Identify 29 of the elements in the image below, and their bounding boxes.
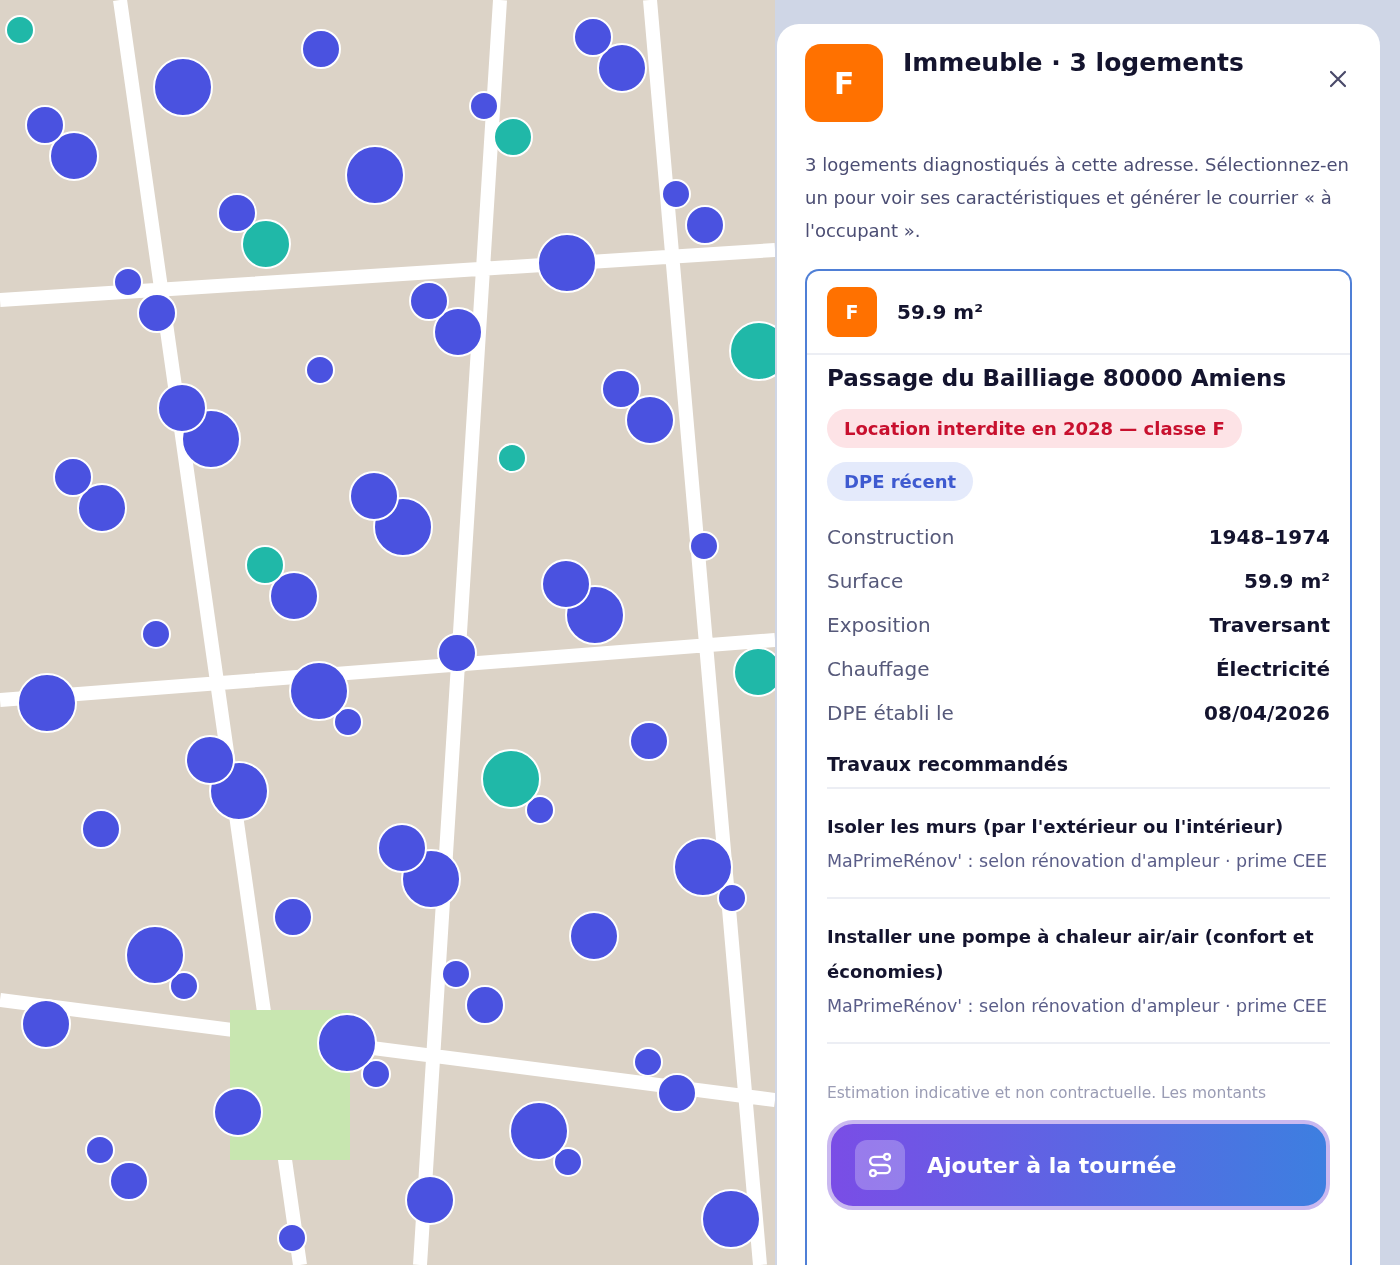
dwelling-area: 59.9 m² [897, 300, 983, 324]
works-heading: Travaux recommandés [827, 735, 1330, 789]
energy-grade-badge: F [805, 44, 883, 122]
detail-value: 1948–1974 [1208, 525, 1330, 549]
work-title: Isoler les murs (par l'extérieur ou l'intérieur) [827, 815, 1285, 839]
add-to-route-button[interactable]: Ajouter à la tournée [827, 1120, 1330, 1210]
detail-value: 08/04/2026 [1204, 701, 1330, 725]
energy-grade-badge: F [827, 287, 877, 337]
detail-label: Construction [827, 525, 955, 549]
dwelling-address: Passage du Bailliage 80000 Amiens [827, 365, 1288, 391]
info-tag: DPE récent [827, 462, 974, 501]
detail-value: Traversant [1209, 613, 1330, 637]
detail-label: Chauffage [827, 657, 930, 681]
intro-text: 3 logements diagnostiqués à cette adresse. Sélectionnez-en un pour voir ses caractéristiques et générer le courrier « à l'occupant ». [805, 153, 1350, 243]
detail-value: 59.9 m² [1244, 569, 1330, 593]
work-aid-text: MaPrimeRénov' : selon rénovation d'ampleur · prime CEE [827, 850, 1328, 873]
panel-title: Immeuble · 3 logements [903, 47, 1245, 77]
work-aid-text: MaPrimeRénov' : selon rénovation d'ampleur · prime CEE [827, 995, 1328, 1018]
disclaimer-text: Estimation indicative et non contractuelle. Les montants [827, 1084, 1267, 1102]
map-drawing[interactable] [0, 0, 775, 1265]
route-icon [855, 1140, 905, 1190]
work-title: Installer une pompe à chaleur air/air (confort et économies) [827, 925, 1315, 984]
detail-label: DPE établi le [827, 701, 954, 725]
detail-label: Exposition [827, 613, 931, 637]
close-icon [1328, 69, 1348, 89]
dwelling-card[interactable] [805, 269, 1352, 1265]
detail-label: Surface [827, 569, 904, 593]
warning-tag: Location interdite en 2028 — classe F [827, 409, 1242, 448]
detail-value: Électricité [1215, 657, 1330, 681]
